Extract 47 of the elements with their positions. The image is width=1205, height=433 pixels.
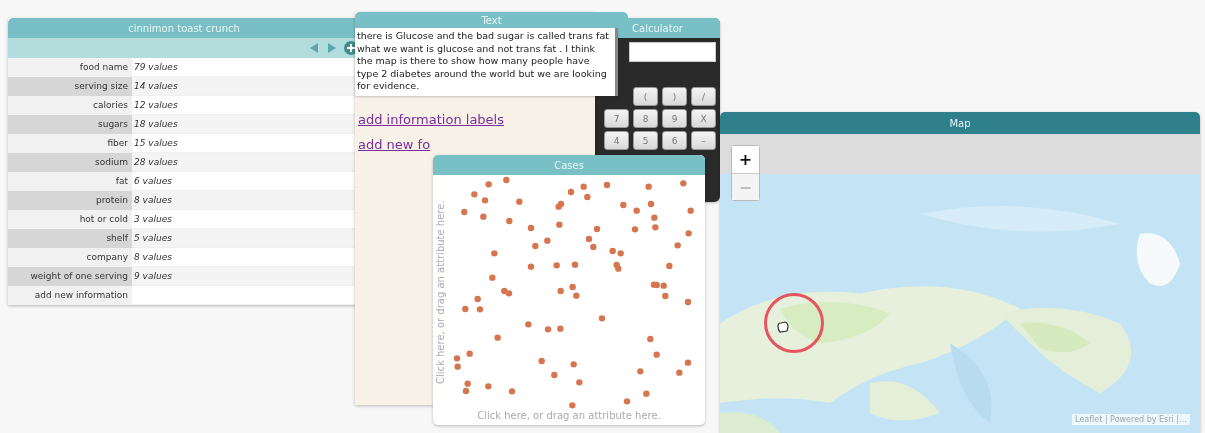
value-summary: 79 values	[134, 62, 178, 72]
window-title: Cases	[433, 155, 705, 175]
value-summary: 12 values	[134, 100, 178, 110]
calculator-key[interactable]: 5	[633, 131, 658, 150]
value-summary: 18 values	[134, 119, 178, 129]
value-summary: 15 values	[134, 138, 178, 148]
attribute-name[interactable]: shelf	[8, 229, 132, 248]
previous-icon[interactable]	[308, 42, 320, 54]
value-summary: 14 values	[134, 81, 178, 91]
window-title: Map	[720, 112, 1200, 134]
value-summary: 3 values	[134, 214, 172, 224]
attribute-name[interactable]: add new information	[8, 286, 132, 305]
window-title: Text	[355, 12, 628, 28]
attribute-name[interactable]: company	[8, 248, 132, 267]
calculator-key[interactable]: 7	[604, 109, 629, 128]
attribute-name[interactable]: calories	[8, 96, 132, 115]
calculator-key[interactable]: 8	[633, 109, 658, 128]
value-summary: 8 values	[134, 252, 172, 262]
hand-cursor-icon	[776, 320, 790, 334]
value-summary: 6 values	[134, 176, 172, 186]
attribute-name[interactable]: protein	[8, 191, 132, 210]
calculator-key[interactable]: )	[662, 87, 687, 106]
value-summary: 5 values	[134, 233, 172, 243]
attribute-name[interactable]: fat	[8, 172, 132, 191]
attribute-name[interactable]: hot or cold	[8, 210, 132, 229]
calculator-key[interactable]: X	[691, 109, 716, 128]
attribute-name[interactable]: fiber	[8, 134, 132, 153]
calculator-key[interactable]: 9	[662, 109, 687, 128]
attribute-name[interactable]: sodium	[8, 153, 132, 172]
value-summary: 9 values	[134, 271, 172, 281]
link[interactable]: add new fo	[358, 137, 431, 152]
calculator-display[interactable]	[629, 42, 716, 62]
value-summary: 8 values	[134, 195, 172, 205]
calculator-key[interactable]: 4	[604, 131, 629, 150]
calculator-key[interactable]: 6	[662, 131, 687, 150]
calculator-key[interactable]: (	[633, 87, 658, 106]
attribute-name[interactable]: weight of one serving	[8, 267, 132, 286]
attribute-name[interactable]: sugars	[8, 115, 132, 134]
attribute-name[interactable]: food name	[8, 58, 132, 77]
calculator-key[interactable]: –	[691, 131, 716, 150]
map-attribution: Leaflet | Powered by Esri |…	[1072, 414, 1190, 425]
note-text[interactable]: there is Glucose and the bad sugar is called trans fat what we want is glucose and not trans fat . I think the map is there to show how many people have type 2 diabetes around the world but we are looking for evidence.	[355, 28, 618, 96]
link[interactable]: add information labels	[358, 112, 504, 127]
next-icon[interactable]	[326, 42, 338, 54]
attribute-name[interactable]: serving size	[8, 77, 132, 96]
value-summary: 28 values	[134, 157, 178, 167]
calculator-key[interactable]: /	[691, 87, 716, 106]
